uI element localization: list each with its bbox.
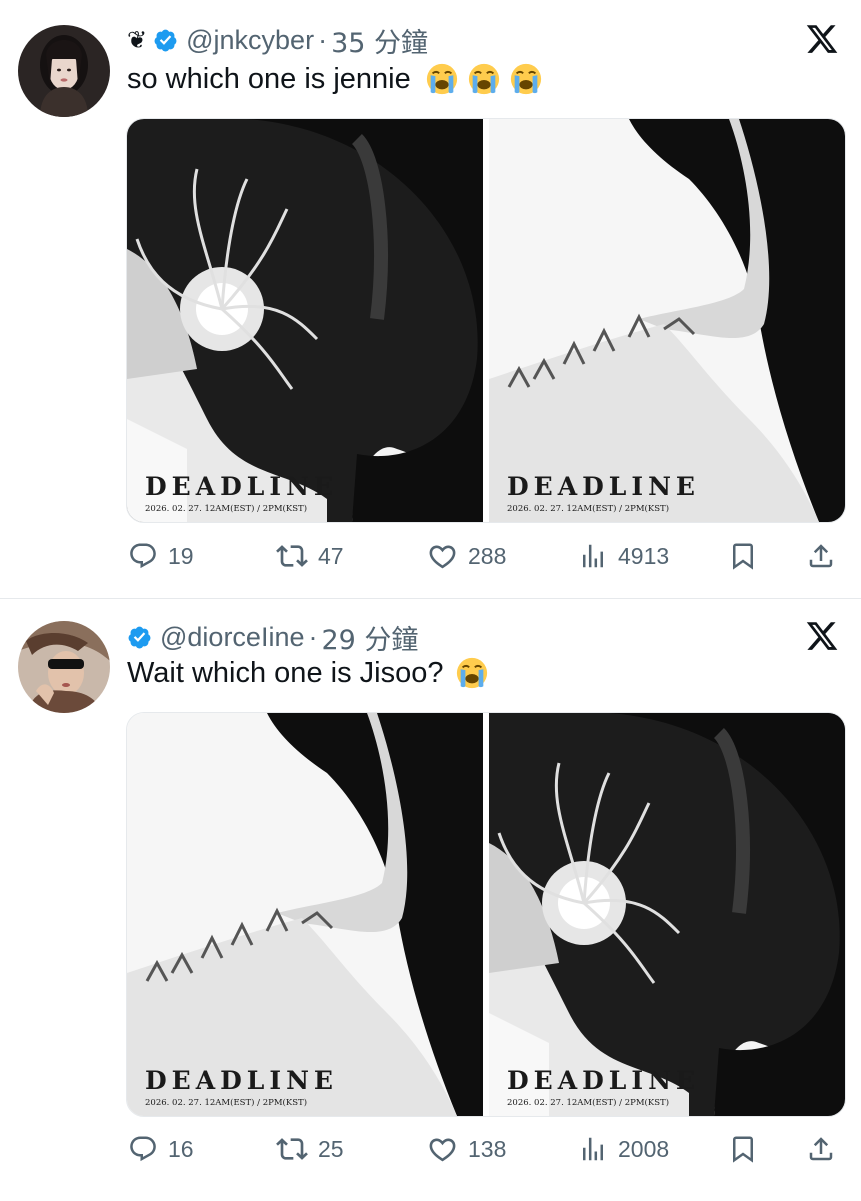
media-image-left[interactable]: DEADLINE 2026. 02. 27. 12AM(EST) / 2PM(K… — [127, 119, 483, 522]
views-icon — [583, 1137, 603, 1161]
loudly-crying-face-emoji — [468, 63, 499, 95]
heart-icon — [429, 1138, 456, 1161]
action-bar: 16 25 138 2008 — [0, 1129, 861, 1169]
timestamp[interactable]: 29 分鐘 — [321, 618, 418, 657]
x-logo-icon — [806, 622, 838, 650]
views-count: 4913 — [618, 542, 670, 569]
reply-button[interactable]: 19 — [128, 536, 194, 576]
media-grid: DEADLINE 2026. 02. 27. 12AM(EST) / 2PM(K… — [126, 712, 846, 1117]
poster-date: 2026. 02. 27. 12AM(EST) / 2PM(KST) — [145, 1098, 308, 1108]
media-image-right[interactable]: DEADLINE 2026. 02. 27. 12AM(EST) / 2PM(K… — [489, 713, 845, 1116]
tweet-1[interactable]: ❦ @jnkcyber · 35 分鐘 so which one is jenn… — [0, 0, 861, 598]
separator-dot: · — [318, 24, 328, 55]
like-count: 288 — [468, 542, 507, 569]
repost-count: 25 — [318, 1135, 344, 1162]
poster-date: 2026. 02. 27. 12AM(EST) / 2PM(KST) — [507, 1098, 670, 1108]
repost-count: 47 — [318, 542, 344, 569]
timestamp[interactable]: 35 分鐘 — [331, 21, 428, 60]
loudly-crying-face-emoji — [510, 63, 541, 95]
poster-title: DEADLINE — [507, 472, 700, 501]
loudly-crying-face-emoji — [426, 63, 457, 95]
views-icon — [583, 544, 603, 568]
avatar[interactable] — [18, 621, 110, 713]
views-count: 2008 — [618, 1135, 670, 1162]
share-button[interactable] — [806, 1129, 836, 1169]
verified-badge-icon — [154, 29, 177, 51]
tweet-text: Wait which one is Jisoo? — [127, 656, 489, 690]
like-button[interactable]: 138 — [427, 1129, 506, 1169]
avatar[interactable] — [18, 25, 110, 117]
share-button[interactable] — [806, 536, 836, 576]
views-button[interactable]: 4913 — [578, 536, 669, 576]
loudly-crying-face-emoji — [457, 657, 488, 689]
heart-icon — [429, 545, 456, 568]
tweet-text: so which one is jennie — [127, 62, 543, 96]
share-icon — [809, 544, 833, 568]
action-bar: 19 47 288 4913 — [0, 536, 861, 576]
user-handle[interactable]: @jnkcyber — [186, 25, 314, 56]
repost-button[interactable]: 25 — [276, 1129, 344, 1169]
separator-dot: · — [308, 621, 318, 652]
share-icon — [809, 1137, 833, 1161]
bookmark-icon — [733, 543, 753, 570]
like-count: 138 — [468, 1135, 507, 1162]
reply-button[interactable]: 16 — [128, 1129, 194, 1169]
repost-button[interactable]: 47 — [276, 536, 344, 576]
user-handle[interactable]: @diorceIine — [160, 622, 304, 653]
reply-count: 19 — [168, 542, 194, 569]
reply-icon — [130, 1136, 156, 1162]
x-logo-icon — [806, 25, 838, 53]
tweet-text-content: Wait which one is Jisoo? — [127, 656, 444, 689]
name-ornament: ❦ — [127, 26, 148, 54]
repost-icon — [276, 545, 308, 567]
verified-badge-icon — [128, 626, 151, 648]
reply-count: 16 — [168, 1135, 194, 1162]
poster-title: DEADLINE — [145, 1066, 338, 1095]
poster-date: 2026. 02. 27. 12AM(EST) / 2PM(KST) — [145, 504, 308, 514]
media-grid: DEADLINE 2026. 02. 27. 12AM(EST) / 2PM(K… — [126, 118, 846, 523]
poster-title: DEADLINE — [507, 1066, 700, 1095]
repost-icon — [276, 1138, 308, 1160]
bookmark-button[interactable] — [728, 536, 758, 576]
tweet-text-content: so which one is jennie — [127, 62, 411, 95]
bookmark-icon — [733, 1136, 753, 1163]
views-button[interactable]: 2008 — [578, 1129, 669, 1169]
bookmark-button[interactable] — [728, 1129, 758, 1169]
tweet-header: ❦ @jnkcyber · 35 分鐘 — [127, 21, 428, 60]
tweet-header: @diorceIine · 29 分鐘 — [127, 618, 418, 657]
tweet-2[interactable]: @diorceIine · 29 分鐘 Wait which one is Ji… — [0, 598, 861, 1201]
like-button[interactable]: 288 — [427, 536, 506, 576]
reply-icon — [130, 543, 156, 569]
media-image-left[interactable]: DEADLINE 2026. 02. 27. 12AM(EST) / 2PM(K… — [127, 713, 483, 1116]
poster-title: DEADLINE — [145, 472, 338, 501]
poster-date: 2026. 02. 27. 12AM(EST) / 2PM(KST) — [507, 504, 670, 514]
media-image-right[interactable]: DEADLINE 2026. 02. 27. 12AM(EST) / 2PM(K… — [489, 119, 845, 522]
